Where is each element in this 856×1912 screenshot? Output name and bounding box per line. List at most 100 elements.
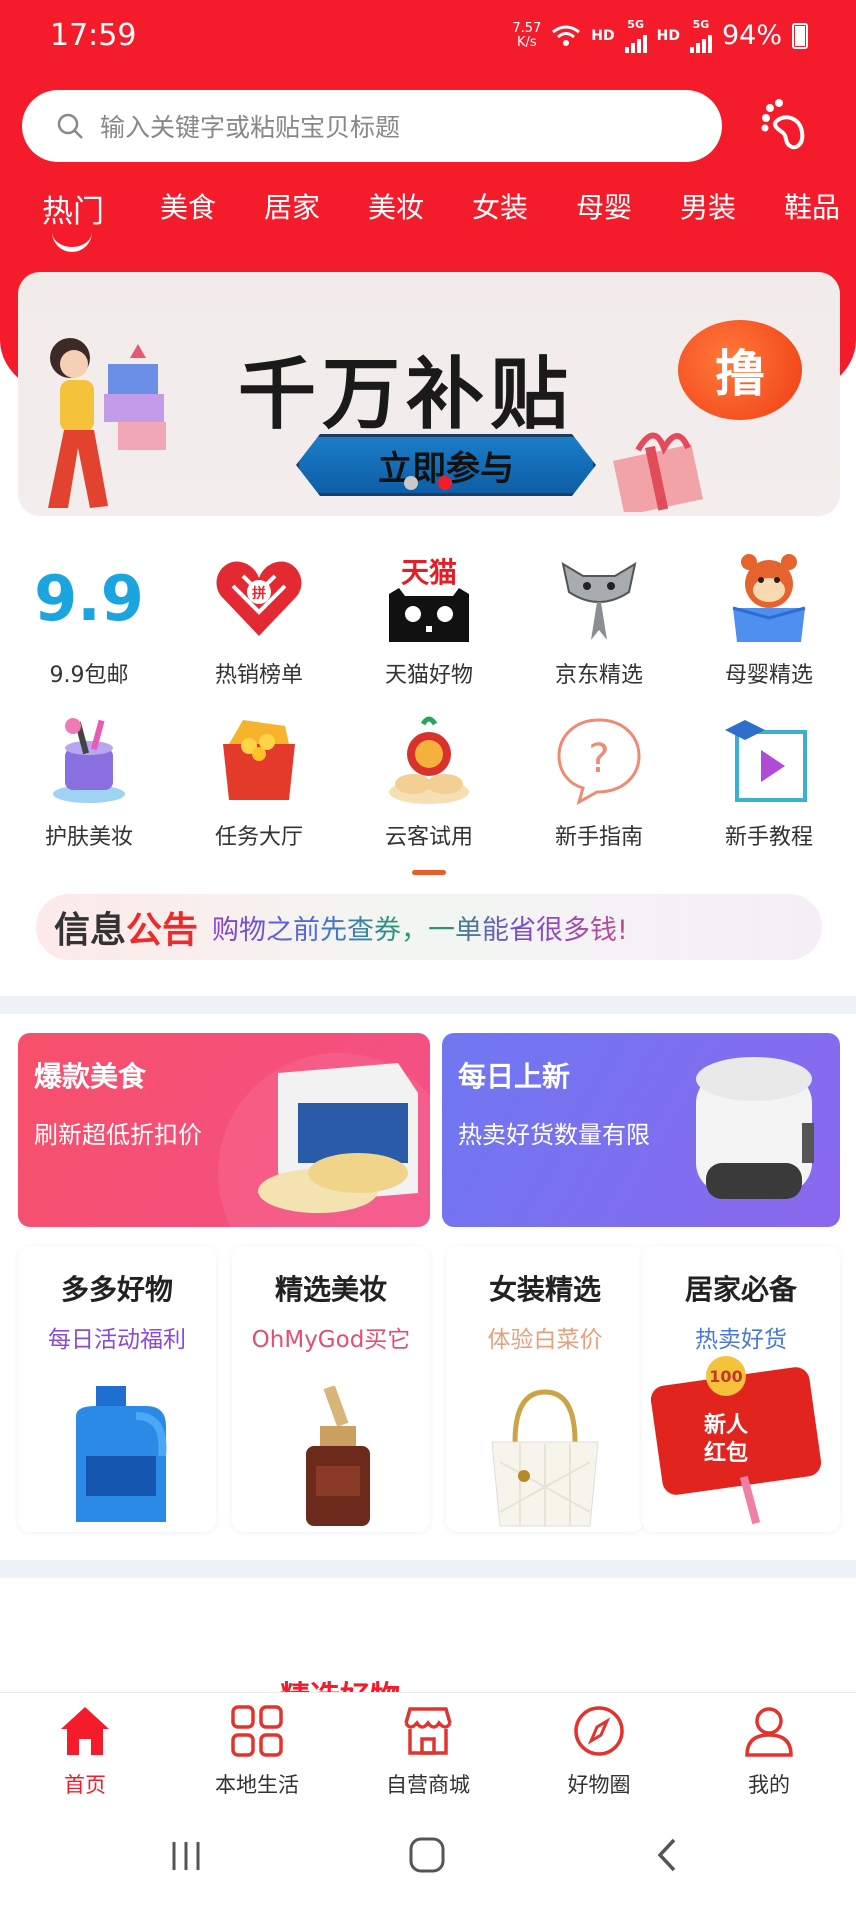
promo-card-new[interactable]: 每日上新 热卖好货数量有限 — [442, 1033, 840, 1227]
grid-item-trial[interactable]: 云客试用 — [354, 714, 504, 864]
card-duoduo[interactable]: 多多好物 每日活动福利 — [18, 1246, 216, 1532]
tab-category-1[interactable]: 美食 — [160, 186, 216, 226]
trial-cloud-icon — [389, 716, 469, 804]
tab-category-3[interactable]: 美妆 — [368, 186, 424, 226]
card-title: 多多好物 — [60, 1273, 173, 1306]
rice-cooker-image — [696, 1057, 814, 1199]
tab-home[interactable]: 首页 — [0, 1703, 170, 1799]
tab-category-0[interactable]: 热门 — [42, 186, 104, 231]
question-bubble-icon: ? — [557, 718, 641, 806]
tab-local-life[interactable]: 本地生活 — [172, 1703, 342, 1799]
svg-text:红包: 红包 — [704, 1440, 748, 1466]
card-womenwear[interactable]: 女装精选 体验白菜价 — [446, 1246, 644, 1532]
section-divider — [0, 996, 856, 1014]
promo-title: 爆款美食 — [34, 1060, 147, 1093]
grid-item-tutorial[interactable]: 新手教程 — [694, 714, 844, 864]
banner-title: 千万补贴 — [238, 349, 575, 440]
svg-text:新人: 新人 — [704, 1412, 748, 1438]
pdd-icon-text: 拼 — [252, 585, 266, 602]
signal-1: 5G — [624, 18, 647, 53]
snack-box-image — [258, 1063, 418, 1213]
tab-store[interactable]: 自营商城 — [343, 1703, 513, 1799]
tmall-icon-text: 天猫 — [401, 556, 457, 589]
carousel-dot-2[interactable] — [438, 476, 452, 490]
pinduoduo-heart-icon: 拼 — [216, 561, 302, 636]
grid-label: 任务大厅 — [214, 825, 303, 850]
grid-label: 热销榜单 — [214, 663, 303, 688]
recent-apps-icon[interactable] — [168, 1838, 204, 1874]
notice-tag-part1: 信息 — [54, 909, 127, 951]
grid-label: 护肤美妆 — [44, 825, 133, 850]
question-mark: ? — [588, 736, 609, 782]
card-subtitle: 每日活动福利 — [48, 1327, 186, 1353]
grid-label: 新手教程 — [724, 825, 813, 850]
gift-box-illustration — [613, 432, 703, 512]
bottom-tab-bar: 首页 本地生活 自营商城 好物圈 我的 — [0, 1692, 856, 1798]
notice-tag-part2: 公告 — [126, 909, 199, 951]
card-title: 精选美妆 — [274, 1273, 387, 1306]
status-time: 17:59 — [50, 18, 137, 53]
grid-item-jd[interactable]: 京东精选 — [524, 552, 674, 702]
jd-dog-icon — [561, 561, 637, 640]
user-icon — [745, 1707, 793, 1757]
promo-title: 每日上新 — [458, 1060, 571, 1093]
compass-icon — [574, 1706, 624, 1756]
baby-box-icon — [732, 554, 806, 642]
grid-item-hot-list[interactable]: 拼 热销榜单 — [184, 552, 334, 702]
grid-label: 天猫好物 — [384, 663, 473, 688]
tab-label: 首页 — [64, 1773, 106, 1797]
footprint-icon[interactable] — [756, 96, 816, 156]
home-button-icon[interactable] — [408, 1836, 446, 1874]
signal-bars-icon — [624, 31, 647, 53]
tab-label: 好物圈 — [567, 1773, 631, 1797]
coin-text: 100 — [709, 1367, 742, 1386]
grid-item-task-hall[interactable]: 任务大厅 — [184, 714, 334, 864]
tab-goods-circle[interactable]: 好物圈 — [514, 1703, 684, 1799]
grid-label: 9.9包邮 — [49, 663, 129, 688]
grid-item-skincare[interactable]: 护肤美妆 — [14, 714, 164, 864]
task-box-icon — [223, 720, 295, 800]
card-title: 女装精选 — [488, 1273, 601, 1306]
grid-icon — [231, 1705, 283, 1757]
grid-item-nine-nine[interactable]: 9.9 9.9包邮 — [14, 552, 164, 702]
tab-category-7[interactable]: 鞋品 — [784, 186, 840, 226]
grid-item-tmall[interactable]: 天猫 天猫好物 — [354, 552, 504, 702]
grid-label: 母婴精选 — [724, 663, 813, 688]
tab-category-2[interactable]: 居家 — [264, 186, 320, 226]
status-bar: 17:59 7.57 K/s HD 5G HD 5G 94% — [0, 0, 856, 72]
tab-mine[interactable]: 我的 — [684, 1703, 854, 1799]
notice-message: 购物之前先查券，一单能省很多钱! — [212, 908, 628, 947]
promo-banner[interactable]: 千万补贴 撸 立即参与 — [18, 272, 840, 516]
grid-label: 云客试用 — [384, 825, 473, 850]
tmall-cat-icon: 天猫 — [389, 556, 469, 642]
detergent-bottle-image — [76, 1386, 167, 1522]
tab-category-6[interactable]: 男装 — [680, 186, 736, 226]
grid-label: 京东精选 — [554, 663, 643, 688]
grid-page-indicator — [412, 870, 446, 875]
wifi-icon — [552, 25, 581, 46]
card-subtitle: 体验白菜价 — [487, 1327, 603, 1353]
tab-category-5[interactable]: 母婴 — [576, 186, 632, 226]
carousel-dot-1[interactable] — [404, 476, 418, 490]
grid-label: 新手指南 — [554, 825, 643, 850]
notice-bar[interactable]: 信息 公告 购物之前先查券，一单能省很多钱! — [36, 894, 822, 960]
cosmetics-icon — [53, 718, 125, 803]
network-type-1: 5G — [627, 18, 644, 31]
battery-percent: 94% — [721, 20, 782, 51]
video-tutorial-icon — [725, 720, 807, 802]
card-beauty[interactable]: 精选美妆 OhMyGod买它 — [232, 1246, 430, 1532]
battery-icon — [792, 22, 808, 49]
net-speed: 7.57 K/s — [512, 20, 542, 50]
tab-category-4[interactable]: 女装 — [472, 186, 528, 226]
hd-badge-1: HD — [591, 27, 615, 44]
grid-item-baby[interactable]: 母婴精选 — [694, 552, 844, 702]
hd-badge-2: HD — [656, 27, 680, 44]
home-icon — [61, 1707, 109, 1755]
search-bar[interactable]: 输入关键字或粘贴宝贝标题 — [22, 90, 722, 162]
card-title: 居家必备 — [684, 1273, 797, 1306]
card-home[interactable]: 居家必备 热卖好货 100 新人 红包 — [642, 1246, 840, 1532]
back-button-icon[interactable] — [652, 1836, 682, 1874]
promo-card-food[interactable]: 爆款美食 刷新超低折扣价 — [18, 1033, 430, 1227]
promo-subtitle: 刷新超低折扣价 — [34, 1121, 202, 1149]
grid-item-guide[interactable]: ? 新手指南 — [524, 714, 674, 864]
